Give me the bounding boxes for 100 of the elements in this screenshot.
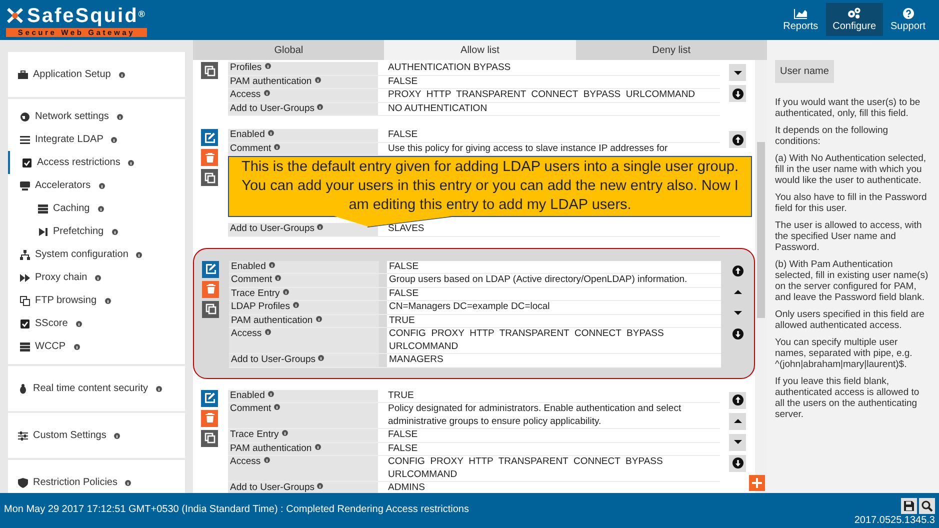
save-button[interactable] bbox=[901, 498, 917, 514]
tab[interactable]: Global bbox=[193, 40, 384, 60]
field-label: Access bbox=[229, 328, 379, 353]
field-label: PAM authentication bbox=[229, 314, 379, 327]
copy-icon bbox=[204, 432, 216, 444]
info-icon bbox=[317, 104, 324, 110]
info-icon bbox=[275, 275, 282, 281]
caret-down-icon bbox=[734, 70, 742, 74]
search-button[interactable] bbox=[919, 498, 935, 514]
nav-tab[interactable]: Configure bbox=[826, 3, 883, 36]
squid-logo-icon bbox=[6, 7, 24, 24]
arrow-up-circle-icon bbox=[732, 265, 744, 277]
move-bottom-button[interactable] bbox=[729, 454, 746, 472]
sidebar-item[interactable]: FTP browsing bbox=[8, 289, 185, 312]
field-value: FALSE bbox=[387, 260, 721, 273]
sidebar-item[interactable]: Real time content security bbox=[8, 377, 185, 400]
sidebar-subitem[interactable]: Prefetching bbox=[8, 220, 185, 243]
duplicate-button[interactable] bbox=[201, 62, 218, 79]
duplicate-button[interactable] bbox=[202, 300, 219, 318]
move-down-button[interactable] bbox=[729, 434, 746, 450]
sidebar-item[interactable]: System configuration bbox=[8, 243, 185, 266]
field-value: CN=Managers DC=example DC=local bbox=[387, 301, 721, 314]
field-label: Trace Entry bbox=[228, 429, 378, 442]
info-icon bbox=[282, 288, 289, 294]
sidebar-item[interactable]: Network settings bbox=[8, 105, 185, 128]
scrollbar[interactable] bbox=[755, 60, 767, 493]
move-down-button[interactable] bbox=[729, 64, 746, 81]
edit-button[interactable] bbox=[201, 129, 218, 146]
info-icon bbox=[264, 63, 271, 69]
move-top-button[interactable] bbox=[729, 131, 746, 148]
info-icon bbox=[74, 344, 80, 350]
caret-down-icon bbox=[734, 311, 742, 315]
info-icon bbox=[268, 130, 274, 136]
nav-tab[interactable]: Support bbox=[883, 3, 933, 36]
field-value: FALSE bbox=[387, 288, 721, 300]
field-label: Add to User-Groups bbox=[228, 223, 378, 236]
sidebar-item[interactable]: Accelerators bbox=[8, 174, 185, 197]
help-paragraph: (b) With Pam Authentication selected, fill in existing user name(s) on the server configured for PAM, and leave the Password field blank. bbox=[775, 259, 930, 303]
edit-button[interactable] bbox=[201, 390, 218, 406]
info-icon bbox=[268, 262, 275, 268]
caret-up-icon bbox=[734, 419, 742, 423]
duplicate-button[interactable] bbox=[201, 430, 218, 446]
server-icon bbox=[38, 204, 48, 214]
field-label: Trace Entry bbox=[229, 288, 379, 300]
sidebar-item[interactable]: Proxy chain bbox=[8, 266, 185, 289]
info-icon bbox=[292, 302, 299, 308]
field-label: Enabled bbox=[228, 390, 378, 402]
move-top-button[interactable] bbox=[729, 392, 746, 408]
trash-icon bbox=[204, 283, 216, 295]
help-paragraph: You also have to fill in the Password field for this user. bbox=[775, 192, 928, 214]
sitemap-icon bbox=[20, 250, 30, 260]
pencil-icon bbox=[204, 132, 216, 144]
edit-button[interactable] bbox=[202, 260, 219, 278]
duplicate-button[interactable] bbox=[201, 169, 218, 186]
info-icon bbox=[98, 206, 104, 212]
field-label: Add to User-Groups bbox=[228, 482, 378, 493]
sidebar-item[interactable]: WCCP bbox=[8, 335, 185, 358]
arrow-down-circle-icon bbox=[732, 457, 744, 469]
move-up-button[interactable] bbox=[729, 412, 746, 430]
info-icon bbox=[268, 390, 274, 396]
tab[interactable]: Deny list bbox=[576, 40, 767, 60]
pencil-icon bbox=[204, 392, 216, 404]
field-label: PAM authentication bbox=[228, 442, 378, 455]
step-forward-icon bbox=[38, 226, 48, 236]
info-icon bbox=[274, 404, 280, 410]
trash-icon bbox=[204, 412, 216, 424]
info-icon bbox=[111, 137, 118, 143]
info-icon bbox=[264, 457, 270, 463]
gears-icon bbox=[847, 7, 862, 19]
delete-button[interactable] bbox=[201, 149, 218, 166]
info-icon bbox=[317, 483, 324, 489]
fast-forward-icon bbox=[20, 272, 30, 282]
field-value: MANAGERS bbox=[387, 354, 721, 366]
sidebar-item[interactable]: SScore bbox=[8, 312, 185, 335]
field-label: Profiles bbox=[228, 62, 378, 74]
sliders-icon bbox=[18, 430, 28, 440]
sidebar-item[interactable]: Application Setup bbox=[8, 63, 185, 86]
shield-icon bbox=[18, 478, 28, 488]
field-label: LDAP Profiles bbox=[229, 301, 379, 314]
delete-button[interactable] bbox=[201, 410, 218, 426]
sidebar-item[interactable]: Integrate LDAP bbox=[8, 128, 185, 151]
field-label: Comment bbox=[229, 274, 379, 286]
move-bottom-button[interactable] bbox=[729, 85, 746, 102]
arrow-down-circle-icon bbox=[732, 88, 744, 100]
trash-icon bbox=[204, 152, 216, 164]
server-icon bbox=[20, 342, 30, 352]
nav-tab[interactable]: Reports bbox=[776, 3, 826, 36]
sidebar-item[interactable]: Access restrictions bbox=[8, 151, 185, 174]
sidebar-item[interactable]: Restriction Policies bbox=[8, 471, 185, 494]
info-icon bbox=[114, 433, 120, 439]
delete-button[interactable] bbox=[202, 280, 219, 298]
field-label: Enabled bbox=[229, 260, 379, 273]
field-label: PAM authentication bbox=[228, 76, 378, 88]
list-icon bbox=[20, 134, 30, 144]
sidebar-subitem[interactable]: Caching bbox=[8, 197, 185, 220]
info-icon bbox=[112, 229, 118, 235]
tab[interactable]: Allow list bbox=[384, 40, 576, 60]
info-icon bbox=[116, 114, 123, 120]
info-icon bbox=[95, 275, 102, 281]
sidebar-item[interactable]: Custom Settings bbox=[8, 424, 185, 447]
